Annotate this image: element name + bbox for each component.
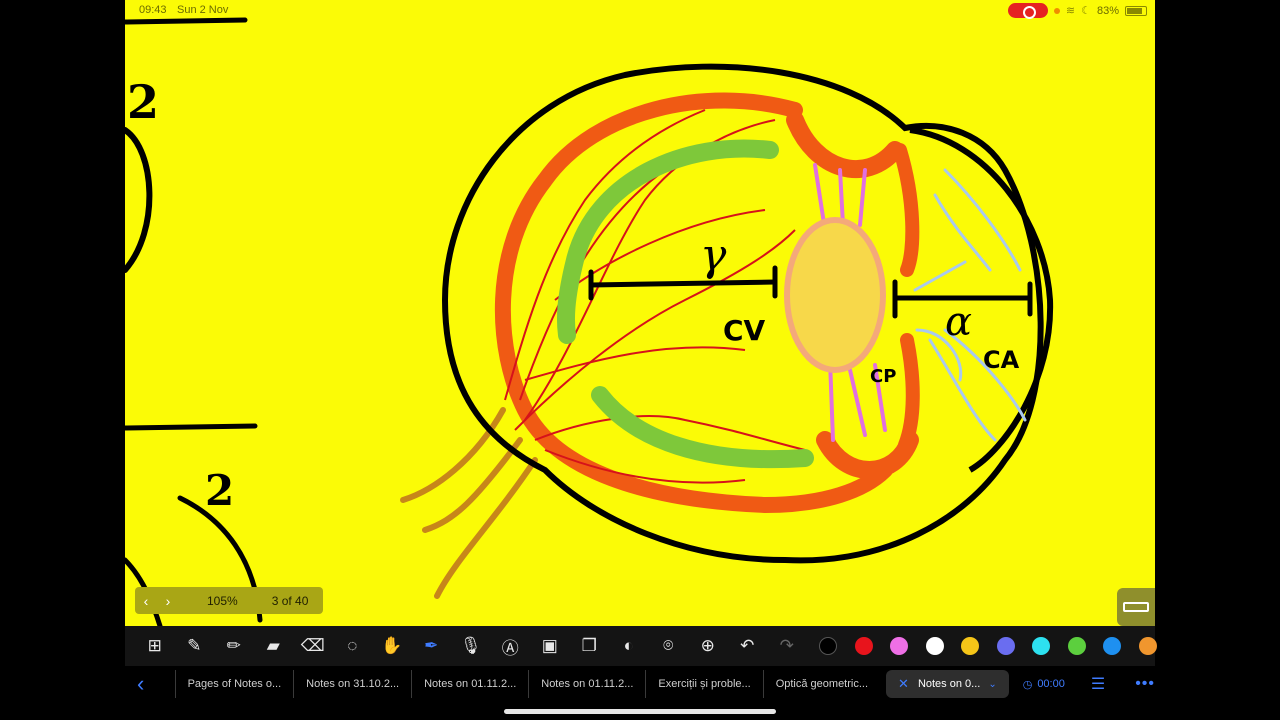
color-swatch[interactable] bbox=[882, 626, 918, 666]
back-button[interactable]: ‹ bbox=[125, 671, 175, 697]
add-icon[interactable]: ⊕ bbox=[688, 626, 728, 666]
crystalline-lens bbox=[784, 217, 886, 373]
color-palette bbox=[811, 626, 1166, 666]
color-swatch-circle bbox=[1138, 637, 1157, 655]
pen-icon[interactable]: ✎ bbox=[175, 626, 215, 666]
pencil-icon[interactable]: ✏ bbox=[214, 626, 254, 666]
alpha-label: α bbox=[945, 299, 972, 345]
document-tab[interactable]: Pages of Notes o... bbox=[174, 670, 294, 698]
color-swatch-circle bbox=[1103, 637, 1122, 655]
home-indicator[interactable] bbox=[504, 709, 776, 714]
color-swatch[interactable] bbox=[811, 626, 847, 666]
color-swatch-circle bbox=[961, 637, 980, 655]
laser-pointer-icon[interactable]: ✒ bbox=[412, 626, 452, 666]
iris-lower bbox=[898, 333, 920, 452]
left-mark-bottom: 2 bbox=[205, 466, 234, 515]
color-swatch-circle bbox=[890, 637, 909, 655]
ruler-button[interactable] bbox=[1117, 588, 1155, 626]
color-swatch[interactable] bbox=[953, 626, 989, 666]
document-tab[interactable]: Notes on 01.11.2... bbox=[411, 670, 528, 698]
right-letterbox bbox=[1155, 0, 1280, 720]
highlighter-icon[interactable]: ▰ bbox=[254, 626, 294, 666]
eraser-icon[interactable]: ⌫ bbox=[293, 626, 333, 666]
left-letterbox bbox=[0, 0, 125, 720]
text-box-icon[interactable]: Ⓐ bbox=[491, 626, 531, 666]
zoom-level[interactable]: 105% bbox=[207, 594, 238, 608]
active-tab-label: Notes on 0... bbox=[917, 678, 981, 690]
sticker-icon[interactable]: ◐ bbox=[609, 626, 649, 666]
ciliary-upper bbox=[786, 111, 904, 179]
lasso-icon[interactable]: ◌ bbox=[333, 626, 373, 666]
previous-page-icon[interactable]: ‹ bbox=[135, 593, 157, 609]
iris-upper bbox=[893, 143, 920, 277]
page-indicator[interactable]: ‹ › 105% 3 of 40 bbox=[135, 587, 323, 614]
retina-upper-band bbox=[556, 139, 779, 344]
redo-icon[interactable]: ↷ bbox=[767, 626, 807, 666]
color-swatch-circle bbox=[1032, 637, 1051, 655]
cp-label: CP bbox=[870, 366, 896, 387]
ca-label: CA bbox=[983, 346, 1020, 374]
clock-icon: ◷ bbox=[1022, 678, 1033, 691]
color-swatch-circle bbox=[854, 637, 873, 655]
tool-bar: ⊞ ✎ ✏ ▰ ⌫ ◌ ✋ ✒ 🎙 Ⓐ ▣ ❐ ◐ ⌾ ⊕ ↶ ↷ bbox=[125, 626, 1157, 666]
color-swatch[interactable] bbox=[1059, 626, 1095, 666]
chevron-down-icon[interactable]: ⌄ bbox=[988, 679, 996, 690]
color-swatch[interactable] bbox=[917, 626, 953, 666]
timer[interactable]: ◷ 00:00 bbox=[1023, 678, 1065, 691]
left-mark-top: 2 bbox=[127, 75, 159, 129]
shapes-icon[interactable]: ❐ bbox=[570, 626, 610, 666]
timer-value: 00:00 bbox=[1037, 678, 1065, 690]
more-options-icon[interactable]: ••• bbox=[1135, 675, 1155, 693]
ciliary-lower bbox=[816, 431, 919, 479]
cv-label: CV bbox=[723, 314, 766, 347]
ruler-icon bbox=[1123, 602, 1149, 612]
gamma-label: γ bbox=[700, 230, 727, 281]
tab-bar: ‹ Pages of Notes o... Notes on 31.10.2...… bbox=[125, 666, 1155, 702]
document-tab[interactable]: Notes on 31.10.2... bbox=[293, 670, 411, 698]
color-swatch-circle bbox=[819, 637, 838, 655]
document-tabs: Pages of Notes o... Notes on 31.10.2... No… bbox=[174, 670, 880, 698]
undo-icon[interactable]: ↶ bbox=[728, 626, 768, 666]
active-document-tab[interactable]: ✕ Notes on 0... ⌄ bbox=[886, 670, 1009, 698]
color-swatch[interactable] bbox=[1024, 626, 1060, 666]
color-swatch[interactable] bbox=[846, 626, 882, 666]
document-tab[interactable]: Exerciții și proble... bbox=[645, 670, 762, 698]
image-icon[interactable]: ▣ bbox=[530, 626, 570, 666]
close-tab-icon[interactable]: ✕ bbox=[898, 676, 909, 692]
optic-nerve bbox=[400, 407, 538, 599]
camera-icon[interactable]: ⌾ bbox=[649, 626, 689, 666]
color-swatch-circle bbox=[996, 637, 1015, 655]
color-swatch[interactable] bbox=[1130, 626, 1166, 666]
color-swatch-circle bbox=[1067, 637, 1086, 655]
document-tab[interactable]: Optică geometric... bbox=[762, 670, 880, 698]
page-number[interactable]: 3 of 40 bbox=[272, 594, 309, 608]
pages-grid-icon[interactable]: ⊞ bbox=[135, 626, 175, 666]
color-swatch[interactable] bbox=[1095, 626, 1131, 666]
outline-list-icon[interactable]: ☰ bbox=[1091, 674, 1105, 694]
color-swatch[interactable] bbox=[988, 626, 1024, 666]
drawing-canvas[interactable]: 09:43 Sun 2 Nov ≋ ☾ 83% 2 2 γ α CV CP CA… bbox=[125, 0, 1155, 626]
tool-group: ⊞ ✎ ✏ ▰ ⌫ ◌ ✋ ✒ 🎙 Ⓐ ▣ ❐ ◐ ⌾ ⊕ ↶ ↷ bbox=[135, 626, 807, 666]
color-swatch-circle bbox=[925, 637, 944, 655]
retina-lower-band bbox=[591, 386, 814, 469]
microphone-icon[interactable]: 🎙 bbox=[451, 626, 491, 666]
next-page-icon[interactable]: › bbox=[157, 593, 179, 609]
hand-icon[interactable]: ✋ bbox=[372, 626, 412, 666]
eye-diagram: 2 2 γ α CV CP CA bbox=[125, 17, 1054, 626]
document-tab[interactable]: Notes on 01.11.2... bbox=[528, 670, 645, 698]
